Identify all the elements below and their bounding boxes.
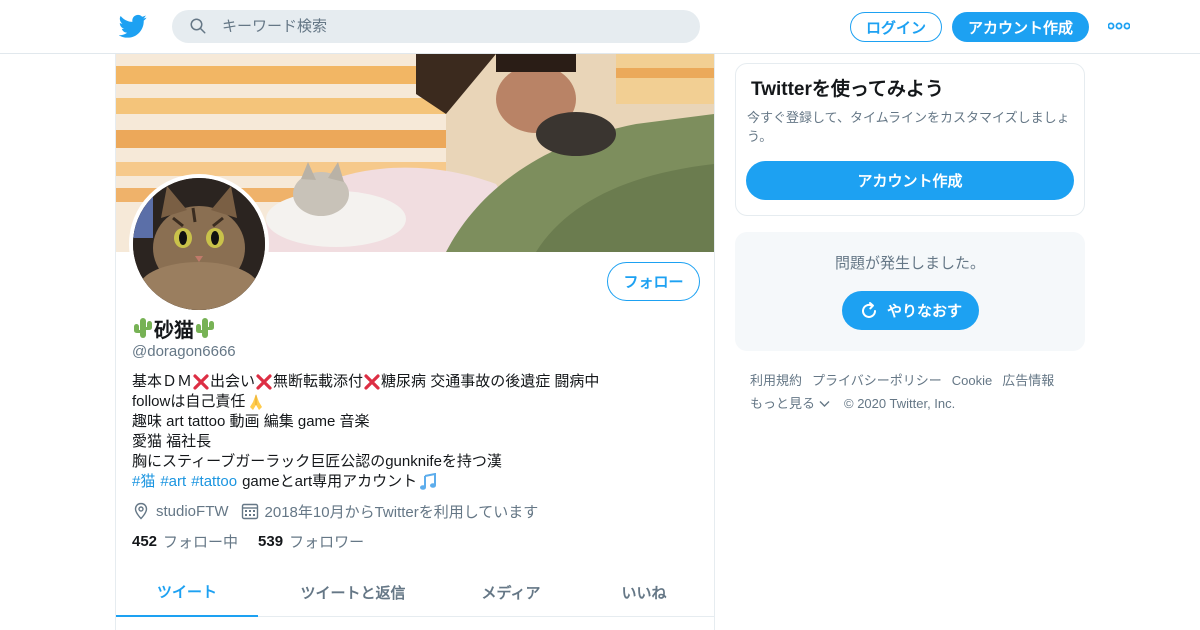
bio-text: 糖尿病 交通事故の後遺症 闘病中 [381, 373, 600, 390]
search-icon [190, 18, 206, 34]
search-box[interactable] [172, 10, 700, 43]
error-message: 問題が発生しました。 [834, 255, 985, 272]
bio-line: followは自己責任 [132, 392, 692, 412]
hashtag-link[interactable]: #art [160, 472, 186, 492]
tab-tweets-and-replies[interactable]: ツイートと返信 [258, 567, 448, 617]
bio-text: 趣味 art tattoo 動画 編集 game 音楽 [132, 413, 370, 430]
top-bar: ログイン アカウント作成 [0, 0, 1200, 54]
tab-tweets[interactable]: ツイート [116, 567, 258, 617]
bio-text: followは自己責任 [132, 393, 246, 410]
bio-text: 愛猫 福社長 [132, 433, 212, 450]
bio-text: gameとart専用アカウント [242, 473, 418, 490]
bio-text: 無断転載添付 [273, 373, 364, 390]
error-card: 問題が発生しました。 やりなおす [735, 232, 1085, 351]
footer-link-terms[interactable]: 利用規約 [750, 369, 802, 392]
display-name: 砂猫 [132, 315, 216, 342]
profile-tabs: ツイート ツイートと返信 メディア いいね [116, 567, 714, 617]
bio-line: 基本ＤＭ 出会い 無断転載添付 糖尿病 交通事故の後遺症 闘病中 [132, 372, 692, 392]
promo-description: 今すぐ登録して、タイムラインをカスタマイズしましょう。 [747, 110, 1070, 144]
following-label[interactable]: フォロー中 [163, 531, 238, 552]
retry-label: やりなおす [886, 303, 962, 320]
followers-label[interactable]: フォロワー [289, 531, 364, 552]
hashtag-link[interactable]: #猫 [132, 472, 155, 492]
follow-button[interactable]: フォロー [607, 262, 700, 301]
search-input[interactable] [222, 10, 682, 43]
profile-location: studioFTW [156, 502, 229, 520]
signup-promo-card: Twitterを使ってみよう 今すぐ登録して、タイムラインをカスタマイズしましょ… [735, 63, 1085, 216]
profile-stats: 452 フォロー中 539 フォロワー [132, 531, 384, 552]
folded-hands-icon [250, 394, 263, 410]
login-button[interactable]: ログイン [850, 12, 942, 42]
footer-links: 利用規約 プライバシーポリシー Cookie 広告情報 もっと見る © 2020… [750, 369, 1090, 415]
cactus-icon [134, 318, 152, 338]
bio-line: 胸にスティーブガーラック巨匠公認のgunknifeを持つ漢 [132, 452, 692, 472]
followers-count[interactable]: 539 [258, 533, 283, 550]
display-name-text: 砂猫 [154, 319, 194, 342]
cross-mark-icon [364, 374, 380, 390]
footer-copyright: © 2020 Twitter, Inc. [844, 396, 956, 411]
chevron-down-icon[interactable] [819, 400, 830, 408]
hashtag-link[interactable]: #tattoo [191, 472, 237, 492]
bio-line: 趣味 art tattoo 動画 編集 game 音楽 [132, 412, 692, 432]
music-notes-icon [420, 473, 437, 490]
location-pin-icon [134, 502, 148, 520]
tab-likes[interactable]: いいね [574, 567, 714, 617]
more-dots-icon[interactable] [1108, 21, 1130, 31]
bio-text: 基本ＤＭ [132, 373, 193, 390]
signup-button[interactable]: アカウント作成 [952, 12, 1089, 42]
following-count[interactable]: 452 [132, 533, 157, 550]
bio-text: 胸にスティーブガーラック巨匠公認のgunknifeを持つ漢 [132, 453, 502, 470]
cross-mark-icon [193, 374, 209, 390]
bio-line: #猫 #art #tattoo gameとart専用アカウント [132, 472, 692, 492]
user-handle: @doragon6666 [132, 343, 236, 360]
cactus-icon [196, 318, 214, 338]
retry-button[interactable]: やりなおす [842, 291, 979, 330]
profile-joined-date: 2018年10月からTwitterを利用しています [264, 503, 539, 521]
footer-link-ads-info[interactable]: 広告情報 [1002, 369, 1054, 392]
cross-mark-icon [256, 374, 272, 390]
profile-bio: 基本ＤＭ 出会い 無断転載添付 糖尿病 交通事故の後遺症 闘病中 followは… [132, 372, 692, 492]
twitter-bird-icon[interactable] [119, 12, 147, 40]
footer-link-privacy[interactable]: プライバシーポリシー [812, 369, 942, 392]
refresh-icon [862, 301, 876, 318]
calendar-icon [241, 503, 258, 520]
footer-link-cookie[interactable]: Cookie [952, 369, 992, 392]
profile-avatar[interactable] [129, 174, 269, 314]
bio-text: 出会い [210, 373, 256, 390]
promo-title: Twitterを使ってみよう [751, 79, 944, 100]
avatar-cat-photo [133, 178, 265, 310]
tab-media[interactable]: メディア [448, 567, 574, 617]
profile-meta: studioFTW 2018年10月からTwitterを利用しています [132, 501, 538, 521]
bio-line: 愛猫 福社長 [132, 432, 692, 452]
footer-more-link[interactable]: もっと見る [750, 392, 815, 415]
profile-column: フォロー 砂猫 @doragon6666 基本ＤＭ 出会い 無断転載添付 糖尿病… [115, 54, 715, 630]
promo-signup-button[interactable]: アカウント作成 [746, 161, 1074, 200]
